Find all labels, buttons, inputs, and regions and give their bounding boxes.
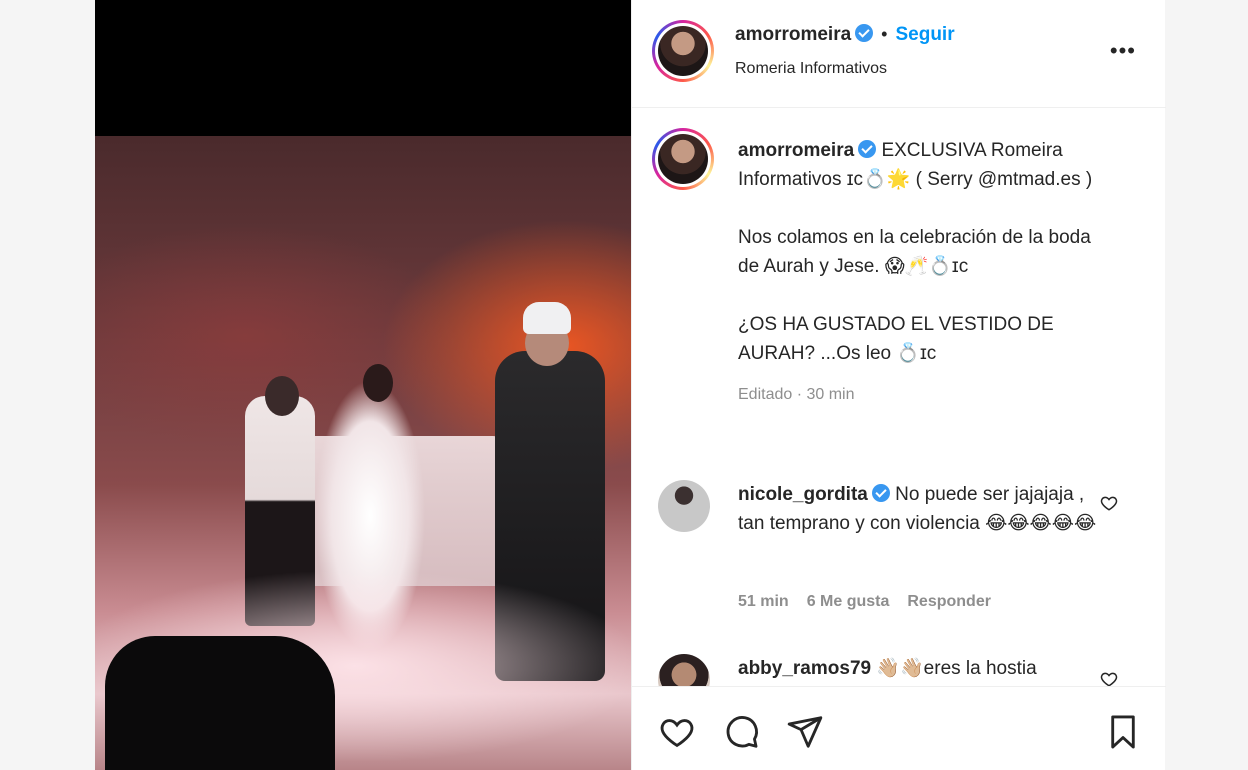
comment-time[interactable]: 51 min (738, 593, 789, 610)
caption-line-2: Nos colamos en la celebración de la boda… (738, 227, 1091, 277)
post-side-panel: amorromeira • Seguir Romeria Informativos … (631, 0, 1166, 770)
comment-item: nicole_gordita No puede ser jajajaja , t… (658, 480, 1138, 620)
comments-scroll-area[interactable]: amorromeira EXCLUSIVA Romeira Informativ… (632, 108, 1166, 686)
commenter-username[interactable]: nicole_gordita (738, 484, 868, 505)
verified-badge-icon (871, 484, 890, 502)
bookmark-icon[interactable] (1104, 713, 1142, 751)
paper-plane-icon[interactable] (786, 713, 824, 751)
comment-item: abby_ramos79 👋🏼👋🏼eres la hostia (658, 654, 1138, 686)
edited-label: Editado (738, 386, 793, 403)
comment-like-heart-icon[interactable] (1100, 670, 1118, 686)
comment-text: 👋🏼👋🏼eres la hostia (871, 658, 1037, 679)
reply-button[interactable]: Responder (907, 593, 991, 610)
comment-like-heart-icon[interactable] (1100, 494, 1118, 512)
scene-person-left-head (265, 376, 299, 416)
post-action-bar (632, 686, 1166, 770)
video-letterbox (95, 0, 631, 136)
scene-bride-head (363, 364, 393, 402)
author-avatar[interactable] (652, 20, 714, 82)
caption-author-avatar[interactable] (652, 128, 714, 190)
page-margin-right (1165, 0, 1248, 770)
video-frame (95, 136, 631, 770)
caption-line-3: ¿OS HA GUSTADO EL VESTIDO DE AURAH? ...O… (738, 314, 1054, 364)
comment-likes[interactable]: 6 Me gusta (807, 593, 890, 610)
separator-dot: • (881, 24, 888, 44)
page-margin-left (0, 0, 95, 770)
verified-badge-icon (855, 24, 874, 42)
caption-time[interactable]: 30 min (806, 386, 854, 403)
meta-separator: · (792, 386, 807, 403)
commenter-avatar[interactable] (658, 480, 710, 532)
scene-speaker (105, 636, 335, 770)
follow-button[interactable]: Seguir (895, 24, 954, 45)
commenter-avatar[interactable] (658, 654, 710, 686)
post-header: amorromeira • Seguir Romeria Informativos … (632, 0, 1166, 108)
post-location[interactable]: Romeria Informativos (735, 60, 887, 78)
author-username[interactable]: amorromeira (735, 24, 851, 45)
post-video[interactable] (95, 0, 631, 770)
heart-icon[interactable] (658, 713, 696, 751)
verified-badge-icon (858, 140, 877, 158)
caption-author[interactable]: amorromeira (738, 140, 854, 161)
commenter-username[interactable]: abby_ramos79 (738, 658, 871, 679)
comment-icon[interactable] (722, 713, 760, 751)
caption: amorromeira EXCLUSIVA Romeira Informativ… (738, 136, 1108, 409)
more-options-icon[interactable]: ••• (1110, 38, 1136, 64)
scene-cap (523, 302, 571, 334)
